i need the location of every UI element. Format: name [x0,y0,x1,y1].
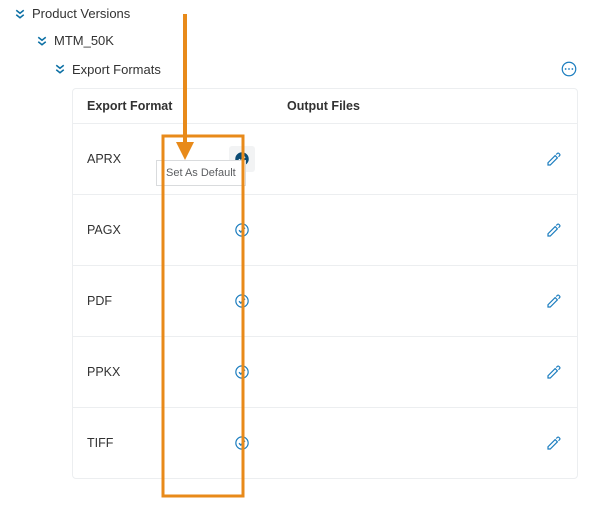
overflow-menu-button[interactable] [560,60,578,78]
cell-output [287,153,503,166]
cell-output [287,224,503,237]
cell-actions [503,363,563,381]
table-row: APRX Set As Default [73,124,577,195]
set-default-button[interactable] [229,430,255,456]
cell-format: PDF [87,294,197,308]
cell-actions [503,150,563,168]
pencil-icon [545,434,563,452]
set-default-button[interactable] [229,288,255,314]
tooltip-text: Set As Default [166,167,236,179]
cell-format: PPKX [87,365,197,379]
table-row: PDF [73,266,577,337]
pencil-icon [545,292,563,310]
tree-row-version[interactable]: MTM_50K [0,27,600,54]
chevron-down-double-icon [54,63,66,75]
cell-default [197,288,287,314]
cell-default [197,430,287,456]
edit-button[interactable] [545,434,563,452]
cell-default [197,359,287,385]
column-header-output: Output Files [287,99,503,113]
check-outline-icon [233,434,251,452]
tree-row-export-formats-toggle[interactable]: Export Formats [54,62,161,77]
edit-button[interactable] [545,150,563,168]
set-default-tooltip: Set As Default [156,160,246,186]
edit-button[interactable] [545,292,563,310]
table-header: Export Format - Output Files - [73,89,577,124]
tree-row-export-formats: Export Formats [0,54,600,84]
cell-output [287,295,503,308]
cell-output [287,366,503,379]
export-formats-table: Export Format - Output Files - APRX Set … [72,88,578,479]
chevron-down-double-icon [14,8,26,20]
overflow-icon [560,60,578,78]
cell-actions [503,434,563,452]
table-row: PAGX [73,195,577,266]
tree-label-version: MTM_50K [54,33,114,48]
tree-row-product-versions[interactable]: Product Versions [0,0,600,27]
pencil-icon [545,221,563,239]
check-outline-icon [233,221,251,239]
column-header-format: Export Format [87,99,197,113]
check-outline-icon [233,363,251,381]
pencil-icon [545,150,563,168]
edit-button[interactable] [545,221,563,239]
cell-actions [503,221,563,239]
pencil-icon [545,363,563,381]
cell-default [197,217,287,243]
cell-output [287,437,503,450]
cell-format: PAGX [87,223,197,237]
chevron-down-double-icon [36,35,48,47]
set-default-button[interactable] [229,217,255,243]
cell-actions [503,292,563,310]
tree-label-export-formats: Export Formats [72,62,161,77]
check-outline-icon [233,292,251,310]
set-default-button[interactable] [229,359,255,385]
table-row: PPKX [73,337,577,408]
table-row: TIFF [73,408,577,478]
tree-label-product-versions: Product Versions [32,6,130,21]
edit-button[interactable] [545,363,563,381]
cell-format: TIFF [87,436,197,450]
